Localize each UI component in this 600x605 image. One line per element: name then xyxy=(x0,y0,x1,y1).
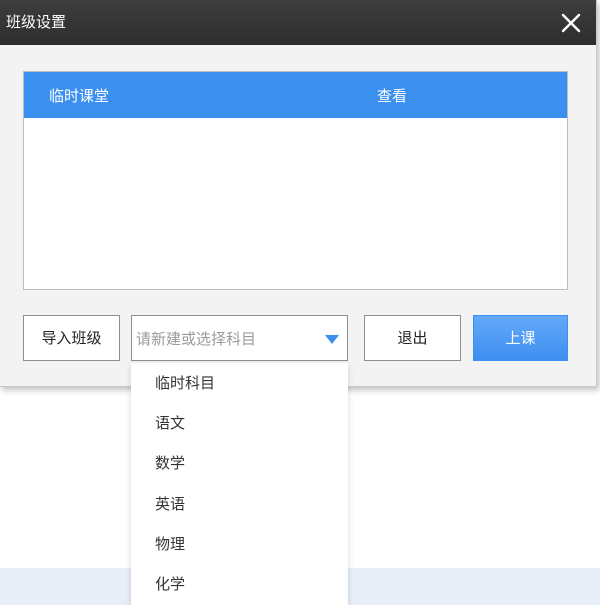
column-header-class: 临时课堂 xyxy=(49,87,110,105)
subject-option-label: 化学 xyxy=(155,575,186,593)
dialog-titlebar: 班级设置 xyxy=(0,0,596,45)
column-header-view: 查看 xyxy=(377,87,408,105)
class-list-header: 临时课堂 查看 xyxy=(24,72,567,118)
import-class-button[interactable]: 导入班级 xyxy=(23,315,120,361)
class-list: 临时课堂 查看 xyxy=(23,71,568,290)
class-settings-dialog: 班级设置 临时课堂 查看 导入班级 请新建或选择科目 退出 上课 xyxy=(0,0,597,387)
subject-option-label: 物理 xyxy=(155,535,186,553)
subject-option-temporary[interactable]: 临时科目 xyxy=(131,363,348,403)
subject-option-math[interactable]: 数学 xyxy=(131,443,348,483)
dialog-title: 班级设置 xyxy=(6,13,67,31)
exit-button[interactable]: 退出 xyxy=(364,315,461,361)
caret-down-icon xyxy=(325,335,339,344)
subject-option-chemistry[interactable]: 化学 xyxy=(131,564,348,604)
close-button[interactable] xyxy=(556,8,586,38)
close-icon xyxy=(561,13,581,33)
subject-option-label: 英语 xyxy=(155,495,186,513)
start-class-button[interactable]: 上课 xyxy=(473,315,568,361)
subject-option-label: 语文 xyxy=(155,414,186,432)
subject-option-chinese[interactable]: 语文 xyxy=(131,403,348,443)
subject-dropdown-menu: 临时科目 语文 数学 英语 物理 化学 xyxy=(131,363,348,605)
subject-select-placeholder: 请新建或选择科目 xyxy=(136,330,257,348)
subject-select[interactable]: 请新建或选择科目 xyxy=(131,315,348,361)
subject-option-english[interactable]: 英语 xyxy=(131,484,348,524)
subject-option-label: 数学 xyxy=(155,454,186,472)
subject-option-physics[interactable]: 物理 xyxy=(131,524,348,564)
subject-option-label: 临时科目 xyxy=(155,374,216,392)
